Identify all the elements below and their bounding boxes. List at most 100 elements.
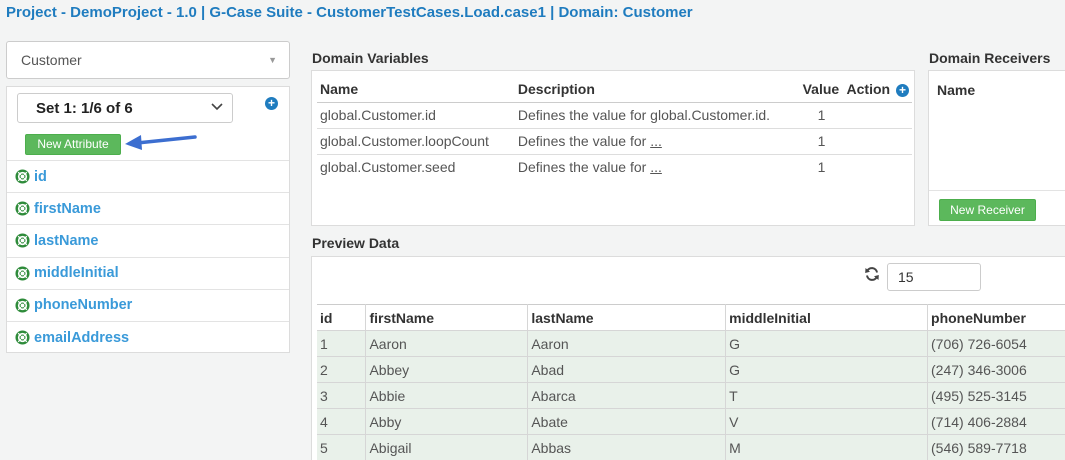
preview-data-title: Preview Data: [312, 235, 400, 251]
table-cell: Abbie: [365, 382, 529, 409]
table-row[interactable]: global.Customer.id Defines the value for …: [317, 102, 912, 129]
arrow-annotation-icon: [125, 135, 197, 150]
variable-value: 1: [817, 159, 826, 176]
variable-name: global.Customer.id: [317, 102, 515, 129]
attribute-item[interactable]: emailAddress: [7, 320, 289, 353]
column-header: Name: [937, 82, 976, 98]
domain-variables-table: Name Description Value Action + global.C…: [317, 77, 912, 180]
variable-description: Defines the value for ...: [514, 128, 800, 155]
set-select-value: Set 1: 1/6 of 6: [36, 100, 133, 117]
column-header-action: Action +: [843, 77, 912, 103]
add-variable-icon[interactable]: +: [895, 84, 909, 98]
attribute-item[interactable]: phoneNumber: [7, 288, 289, 321]
table-cell: Abarca: [527, 382, 727, 409]
more-link[interactable]: ...: [650, 159, 662, 175]
column-header: Description: [514, 77, 800, 103]
table-row: 3 Abbie Abarca T (495) 525-3145: [317, 382, 1065, 409]
table-cell: Abbas: [527, 434, 727, 460]
table-cell: Abate: [527, 408, 727, 435]
lifebuoy-icon: [15, 298, 30, 313]
attribute-item[interactable]: middleInitial: [7, 256, 289, 289]
attribute-label: lastName: [34, 232, 99, 249]
variable-action: [843, 128, 912, 155]
table-cell: 4: [317, 408, 367, 435]
refresh-icon[interactable]: [864, 266, 880, 287]
attribute-item[interactable]: firstName: [7, 192, 289, 224]
lifebuoy-icon: [15, 201, 30, 216]
table-cell: T: [725, 382, 929, 409]
attribute-label: middleInitial: [34, 265, 119, 282]
table-cell: Aaron: [365, 330, 529, 357]
table-cell: Abby: [365, 408, 529, 435]
table-cell: G: [725, 330, 929, 357]
column-header[interactable]: lastName: [527, 304, 727, 331]
plus-circle-icon[interactable]: +: [265, 97, 278, 110]
page-title: Project - DemoProject - 1.0 | G-Case Sui…: [6, 4, 693, 21]
table-cell: (714) 406-2884: [927, 408, 1065, 435]
variable-value: 1: [799, 102, 844, 129]
table-cell: (495) 525-3145: [927, 382, 1065, 409]
preview-data-table: id firstName lastName middleInitial phoneNum…: [317, 304, 1065, 460]
attribute-item[interactable]: lastName: [7, 224, 289, 256]
table-row: 2 Abbey Abad G (247) 346-3006: [317, 356, 1065, 383]
table-cell: 2: [317, 356, 367, 383]
divider: [929, 190, 1065, 191]
attribute-label: phoneNumber: [34, 297, 133, 314]
table-row: 4 Abby Abate V (714) 406-2884: [317, 408, 1065, 435]
lifebuoy-icon: [15, 169, 30, 184]
domain-receivers-title: Domain Receivers: [929, 50, 1051, 66]
attribute-item[interactable]: id: [7, 160, 289, 192]
variable-description: Defines the value for ...: [515, 154, 800, 180]
set-select[interactable]: Set 1: 1/6 of 6: [17, 93, 233, 123]
new-receiver-button[interactable]: New Receiver: [939, 199, 1036, 221]
table-cell: V: [725, 408, 929, 435]
description-text: Defines the value for: [517, 133, 647, 149]
lifebuoy-icon: [15, 233, 30, 248]
column-header[interactable]: firstName: [365, 304, 529, 331]
column-header[interactable]: id: [317, 304, 367, 331]
table-cell: 1: [317, 330, 367, 357]
attributes-panel: Set 1: 1/6 of 6 + New Attribute id firstN…: [6, 86, 290, 353]
table-header-row: Name Description Value Action +: [317, 77, 912, 103]
column-header[interactable]: middleInitial: [725, 304, 929, 331]
variable-description: Defines the value for global.Customer.id…: [514, 102, 800, 129]
column-header: Action: [846, 81, 891, 98]
table-cell: Abbey: [365, 356, 529, 383]
more-link[interactable]: ...: [650, 133, 662, 149]
table-cell: Aaron: [527, 330, 727, 357]
domain-select-value: Customer: [21, 52, 82, 68]
table-cell: (706) 726-6054: [927, 330, 1065, 357]
lifebuoy-icon: [15, 330, 30, 345]
domain-variables-title: Domain Variables: [312, 50, 429, 66]
column-header[interactable]: phoneNumber: [927, 304, 1065, 331]
column-header: Name: [317, 77, 515, 103]
table-cell: (546) 589-7718: [927, 434, 1065, 460]
table-cell: (247) 346-3006: [927, 356, 1065, 383]
domain-select[interactable]: Customer ▼: [6, 41, 290, 79]
attribute-list: id firstName lastName middleInitial phoneNum…: [7, 160, 289, 353]
table-row[interactable]: global.Customer.loopCount Defines the val…: [317, 128, 912, 155]
table-row: 1 Aaron Aaron G (706) 726-6054: [317, 330, 1065, 357]
description-text: Defines the value for: [517, 159, 647, 176]
attribute-label: emailAddress: [34, 329, 130, 346]
table-cell: G: [725, 356, 929, 383]
variable-name: global.Customer.seed: [320, 159, 456, 176]
table-cell: 3: [317, 382, 367, 409]
table-header-row: id firstName lastName middleInitial phoneNum…: [317, 304, 1065, 331]
table-row[interactable]: global.Customer.seed Defines the value fo…: [317, 154, 912, 180]
attribute-label: id: [34, 168, 47, 185]
variable-action: [844, 154, 912, 180]
variable-action: [843, 102, 912, 129]
lifebuoy-icon: [15, 266, 30, 281]
variable-name: global.Customer.loopCount: [317, 128, 515, 155]
variable-value: 1: [799, 128, 844, 155]
domain-variables-panel: Name Description Value Action + global.C…: [311, 70, 915, 226]
new-attribute-button[interactable]: New Attribute: [25, 134, 121, 155]
domain-receivers-panel: Name New Receiver: [928, 70, 1065, 226]
row-count-input[interactable]: 15: [887, 263, 981, 291]
table-row: 5 Abigail Abbas M (546) 589-7718: [317, 434, 1065, 460]
table-cell: Abigail: [365, 434, 529, 460]
description-text: Defines the value for global.Customer.id…: [517, 107, 771, 123]
caret-down-icon: ▼: [268, 55, 277, 65]
table-cell: M: [725, 434, 929, 460]
